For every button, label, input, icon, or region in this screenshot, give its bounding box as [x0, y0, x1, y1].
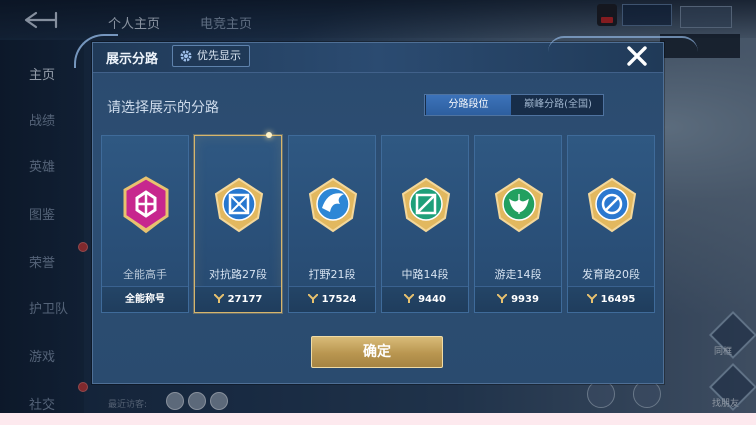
lane-card-label: 发育路20段 — [582, 268, 640, 281]
lane-card-score: 9939 — [511, 294, 539, 305]
mid-lane-emblem-icon — [401, 177, 451, 233]
priority-display-button[interactable]: 优先显示 — [172, 45, 250, 67]
lane-card-jungle[interactable]: 打野21段 17524 — [288, 135, 376, 313]
lane-card-score: 16495 — [600, 294, 636, 305]
lane-card-footer: 27177 — [195, 286, 281, 312]
close-icon[interactable] — [625, 44, 649, 68]
lane-card-label: 中路14段 — [401, 268, 449, 281]
score-icon — [213, 294, 224, 303]
jungle-emblem-icon — [308, 177, 358, 233]
dialog-title: 展示分路 — [106, 52, 159, 67]
lane-card-score: 9440 — [418, 294, 446, 305]
gear-icon — [180, 50, 192, 62]
lane-card-footer: 9939 — [475, 286, 561, 312]
lane-card-mid[interactable]: 中路14段 9440 — [381, 135, 469, 313]
dialog-subtitle: 请选择展示的分路 — [107, 100, 219, 116]
priority-display-label: 优先显示 — [197, 49, 241, 62]
roam-emblem-icon — [494, 177, 544, 233]
score-icon — [404, 294, 415, 303]
lane-card-label: 游走14段 — [494, 268, 542, 281]
lane-card-clash[interactable]: 对抗路27段 27177 — [194, 135, 282, 313]
selection-spark — [266, 132, 272, 138]
bottom-bar — [0, 413, 756, 425]
score-icon — [307, 294, 318, 303]
tab-group: 分路段位 巅峰分路(全国) — [424, 94, 604, 116]
lane-card-footer: 16495 — [568, 286, 654, 312]
lane-card-roam[interactable]: 游走14段 9939 — [474, 135, 562, 313]
lane-card-label: 全能高手 — [123, 268, 167, 281]
lane-card-score: 17524 — [321, 294, 357, 305]
lane-card-all-round[interactable]: 全能高手 全能称号 — [101, 135, 189, 313]
tab-peak-lane[interactable]: 巅峰分路(全国) — [513, 95, 603, 115]
lane-card-farm[interactable]: 发育路20段 16495 — [567, 135, 655, 313]
lane-card-footer: 9440 — [382, 286, 468, 312]
score-icon — [586, 294, 597, 303]
tab-lane-rank[interactable]: 分路段位 — [426, 95, 511, 115]
ornament-right — [548, 36, 698, 52]
all-round-emblem-icon — [123, 176, 169, 234]
lane-card-label: 打野21段 — [308, 268, 356, 281]
lane-card-footer: 17524 — [289, 286, 375, 312]
lane-card-score: 27177 — [227, 294, 263, 305]
confirm-button[interactable]: 确定 — [311, 336, 443, 368]
lane-card-label: 对抗路27段 — [209, 268, 267, 281]
lane-card-footer: 全能称号 — [102, 286, 188, 312]
farm-lane-emblem-icon — [587, 177, 637, 233]
clash-lane-emblem-icon — [214, 177, 264, 233]
score-icon — [497, 294, 508, 303]
